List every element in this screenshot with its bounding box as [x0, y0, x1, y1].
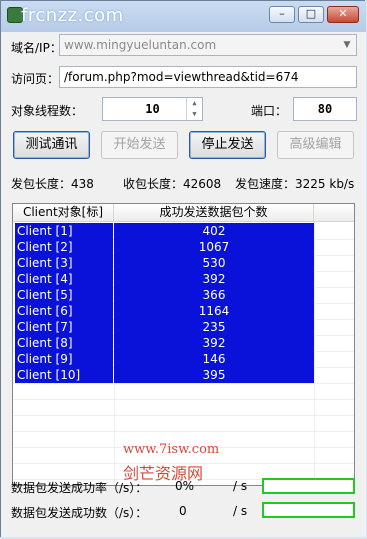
column-header-count[interactable]: 成功发送数据包个数	[114, 204, 314, 222]
rate-progress-bar	[262, 478, 355, 494]
table-row[interactable]: Client [4] 392	[15, 271, 314, 287]
table-row[interactable]: Client [7] 235	[15, 319, 314, 335]
page-input[interactable]: /forum.php?mod=viewthread&tid=674	[59, 66, 357, 88]
close-icon: ✕	[338, 7, 348, 20]
window-title: frcnzz.com	[21, 5, 124, 26]
domain-value: www.mingyueluntan.com	[64, 38, 217, 52]
packet-count-cell: 402	[114, 223, 314, 239]
port-value: 80	[317, 102, 333, 116]
count-progress-bar	[262, 502, 355, 518]
send-length-value: 438	[71, 177, 94, 191]
packet-count-cell: 146	[114, 351, 314, 367]
grid-line	[13, 383, 354, 384]
table-row[interactable]: Client [5] 366	[15, 287, 314, 303]
count-label: 数据包发送成功数（/s）：	[11, 506, 148, 520]
domain-label: 域名/IP：	[11, 41, 62, 55]
count-unit: / s	[233, 504, 248, 518]
watermark-url: www.7isw.com	[123, 442, 220, 457]
table-row[interactable]: Client [9] 146	[15, 351, 314, 367]
packet-count-cell: 392	[114, 271, 314, 287]
close-button[interactable]: ✕	[327, 6, 359, 23]
rate-label: 数据包发送成功率（/s）：	[11, 481, 148, 495]
minimize-button[interactable]: –	[269, 6, 295, 23]
client-list[interactable]: Client对象[标] 成功发送数据包个数 Client [1] 402 Clien…	[12, 203, 355, 486]
table-row[interactable]: Client [3] 530	[15, 255, 314, 271]
rate-value: 0%	[175, 479, 195, 493]
packet-count-cell: 392	[114, 335, 314, 351]
title-bar[interactable]: frcnzz.com – □ ✕	[1, 1, 366, 32]
packet-count-cell: 530	[114, 255, 314, 271]
domain-combo[interactable]: www.mingyueluntan.com ▼	[59, 34, 357, 56]
stop-button[interactable]: 停止发送	[189, 131, 266, 159]
count-value: 0	[179, 504, 187, 518]
grid-line	[13, 431, 354, 432]
port-input[interactable]: 80	[293, 97, 357, 121]
column-divider	[314, 222, 315, 485]
client-name-cell: Client [2]	[15, 239, 113, 255]
send-speed-label: 发包速度：3225 kb/s	[235, 177, 355, 191]
grid-line	[13, 415, 354, 416]
rate-unit: / s	[233, 479, 248, 493]
packet-count-cell: 366	[114, 287, 314, 303]
maximize-icon: □	[305, 7, 317, 20]
threads-stepper[interactable]: 10 ▲ ▼	[102, 97, 203, 121]
packet-count-cell: 395	[114, 367, 314, 383]
page-label: 访问页：	[11, 72, 60, 86]
client-name-cell: Client [5]	[15, 287, 113, 303]
client-name-cell: Client [9]	[15, 351, 113, 367]
port-label: 端口：	[251, 104, 288, 118]
main-panel: 域名/IP： www.mingyueluntan.com ▼ 访问页： /for…	[1, 32, 366, 537]
table-row[interactable]: Client [8] 392	[15, 335, 314, 351]
start-button[interactable]: 开始发送	[101, 131, 178, 159]
advanced-button[interactable]: 高级编辑	[277, 131, 354, 159]
send-speed-value: 3225 kb/s	[295, 177, 355, 191]
maximize-button[interactable]: □	[298, 6, 324, 23]
spin-up-icon[interactable]: ▲	[187, 98, 202, 109]
minimize-icon: –	[279, 7, 285, 20]
threads-spin[interactable]: ▲ ▼	[186, 98, 202, 120]
client-name-cell: Client [1]	[15, 223, 113, 239]
packet-count-cell: 1164	[114, 303, 314, 319]
column-header-client[interactable]: Client对象[标]	[13, 204, 114, 222]
client-name-cell: Client [4]	[15, 271, 113, 287]
spin-down-icon[interactable]: ▼	[187, 109, 202, 120]
client-name-cell: Client [3]	[15, 255, 113, 271]
packet-count-cell: 235	[114, 319, 314, 335]
packet-count-cell: 1067	[114, 239, 314, 255]
grid-line	[13, 399, 354, 400]
page-value: /forum.php?mod=viewthread&tid=674	[64, 70, 299, 84]
recv-length-value: 42608	[183, 177, 222, 191]
client-name-cell: Client [10]	[15, 367, 113, 383]
table-row[interactable]: Client [10] 395	[15, 367, 314, 383]
send-length-label: 发包长度：438	[11, 177, 94, 191]
column-header-filler	[314, 204, 354, 222]
client-name-cell: Client [8]	[15, 335, 113, 351]
recv-length-label: 收包长度：42608	[123, 177, 222, 191]
threads-label: 对象线程数：	[11, 104, 84, 118]
client-name-cell: Client [6]	[15, 303, 113, 319]
test-button[interactable]: 测试通讯	[13, 131, 90, 159]
table-row[interactable]: Client [2] 1067	[15, 239, 314, 255]
table-row[interactable]: Client [1] 402	[15, 223, 314, 239]
threads-value: 10	[145, 102, 160, 116]
chevron-down-icon[interactable]: ▼	[340, 37, 354, 53]
table-row[interactable]: Client [6] 1164	[15, 303, 314, 319]
app-window: frcnzz.com – □ ✕ 域名/IP： www.mingyuelunta…	[0, 0, 366, 537]
client-name-cell: Client [7]	[15, 319, 113, 335]
